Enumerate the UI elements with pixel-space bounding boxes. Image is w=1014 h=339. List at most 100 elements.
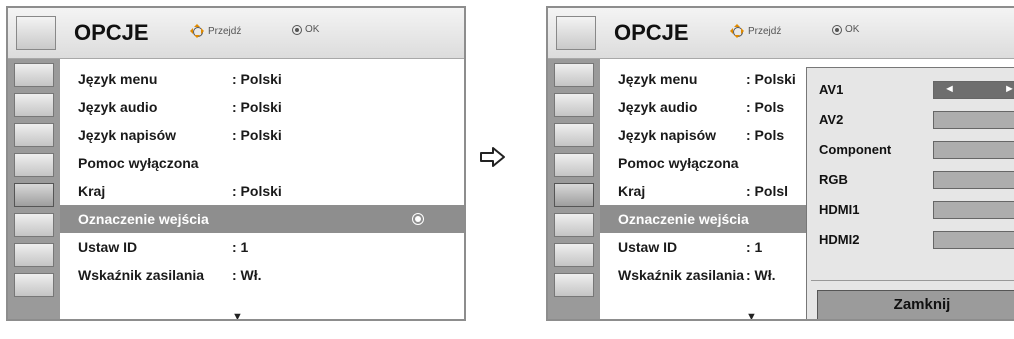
time-icon[interactable]	[554, 153, 594, 177]
option-icon[interactable]	[554, 183, 594, 207]
menu-item-value: : Polski	[232, 71, 282, 87]
ok-icon	[292, 24, 302, 35]
right-arrow-icon[interactable]: ►	[1004, 83, 1014, 95]
left-arrow-icon[interactable]: ◄	[944, 83, 955, 95]
input-icon[interactable]	[14, 243, 54, 267]
menu-item-input-label[interactable]: Oznaczenie wejścia	[60, 205, 464, 233]
picture-icon[interactable]	[14, 63, 54, 87]
menu-item-value: : Pols	[746, 99, 785, 115]
menu-item-label: Język menu	[78, 71, 158, 87]
menu-item-value: : Polski	[232, 183, 282, 199]
menu-item-value: : 1	[746, 239, 763, 255]
menu-item-label: Ustaw ID	[618, 239, 678, 255]
dpad-icon	[730, 24, 744, 38]
menu-item-label: Kraj	[618, 183, 646, 199]
menu-item-label: Język audio	[78, 99, 158, 115]
media-icon[interactable]	[554, 273, 594, 297]
screen-icon[interactable]	[14, 93, 54, 117]
input-name: AV2	[819, 112, 844, 127]
input-name: HDMI1	[819, 202, 860, 217]
dpad-icon	[190, 24, 204, 38]
menu-item-value: : 1	[232, 239, 249, 255]
ok-hint-label: OK	[845, 24, 860, 35]
menu-item-label: Pomoc wyłączona	[78, 155, 199, 171]
lock-icon[interactable]	[14, 213, 54, 237]
ok-hint: OK	[292, 24, 319, 35]
input-row-hdmi2[interactable]: HDMI2	[807, 226, 1014, 254]
label-selector[interactable]	[933, 171, 1014, 189]
label-selector-active[interactable]: ◄ ►	[933, 81, 1014, 99]
options-header-icon	[556, 16, 596, 50]
menu-item-power-indicator[interactable]: Wskaźnik zasilania : Wł.	[60, 261, 464, 289]
selected-radio-icon	[412, 213, 424, 225]
input-icon[interactable]	[554, 243, 594, 267]
input-label-popup: AV1 ◄ ► AV2 Component RGB HDMI1 HDMI2 Za…	[806, 67, 1014, 319]
menu-item-label: Język napisów	[78, 127, 177, 143]
options-menu-panel: OPCJE Przejdź OK Język menu : Polski Jęz…	[6, 6, 466, 321]
screen-icon[interactable]	[554, 93, 594, 117]
menu-item-help-off[interactable]: Pomoc wyłączona	[60, 149, 464, 177]
menu-item-set-id[interactable]: Ustaw ID : 1	[60, 233, 464, 261]
page-title: OPCJE	[614, 20, 689, 45]
input-row-component[interactable]: Component	[807, 136, 1014, 164]
nav-hint: Przejdź	[190, 24, 241, 38]
menu-item-value: : Polski	[746, 71, 796, 87]
menu-item-audio-language[interactable]: Język audio : Polski	[60, 93, 464, 121]
label-selector[interactable]	[933, 111, 1014, 129]
category-sidebar	[8, 59, 60, 319]
nav-hint-label: Przejdź	[208, 25, 242, 37]
menu-item-value: : Polski	[232, 127, 282, 143]
options-list: Język menu : Polski Język audio : Polski…	[60, 59, 464, 319]
menu-item-value: : Polski	[232, 99, 282, 115]
input-name: RGB	[819, 172, 848, 187]
menu-item-label: Język napisów	[618, 127, 717, 143]
popup-divider	[811, 280, 1014, 281]
menu-item-label: Oznaczenie wejścia	[78, 211, 209, 227]
menu-item-value: : Wł.	[746, 267, 776, 283]
media-icon[interactable]	[14, 273, 54, 297]
menu-item-label: Pomoc wyłączona	[618, 155, 739, 171]
menu-item-label: Język menu	[618, 71, 698, 87]
input-row-av1[interactable]: AV1 ◄ ►	[807, 76, 1014, 104]
menu-item-label: Kraj	[78, 183, 106, 199]
ok-hint: OK	[832, 24, 859, 35]
label-selector[interactable]	[933, 201, 1014, 219]
menu-header: OPCJE Przejdź OK	[548, 8, 1014, 59]
page-title: OPCJE	[74, 20, 149, 45]
time-icon[interactable]	[14, 153, 54, 177]
menu-item-label: Oznaczenie wejścia	[618, 211, 749, 227]
input-row-av2[interactable]: AV2	[807, 106, 1014, 134]
menu-item-subtitle-language[interactable]: Język napisów : Polski	[60, 121, 464, 149]
label-selector[interactable]	[933, 231, 1014, 249]
audio-icon[interactable]	[554, 123, 594, 147]
nav-hint: Przejdź	[730, 24, 781, 38]
menu-item-value: : Pols	[746, 127, 785, 143]
menu-item-country[interactable]: Kraj : Polski	[60, 177, 464, 205]
audio-icon[interactable]	[14, 123, 54, 147]
menu-item-value: : Polsl	[746, 183, 789, 199]
input-name: HDMI2	[819, 232, 860, 247]
ok-hint-label: OK	[305, 24, 320, 35]
next-step-arrow-icon	[480, 147, 505, 167]
input-name: Component	[819, 142, 892, 157]
picture-icon[interactable]	[554, 63, 594, 87]
menu-item-menu-language[interactable]: Język menu : Polski	[60, 65, 464, 93]
menu-item-label: Wskaźnik zasilania	[618, 267, 745, 283]
menu-header: OPCJE Przejdź OK	[8, 8, 464, 59]
ok-icon	[832, 24, 842, 35]
menu-item-value: : Wł.	[232, 267, 262, 283]
option-icon[interactable]	[14, 183, 54, 207]
category-sidebar	[548, 59, 600, 319]
menu-item-label: Język audio	[618, 99, 698, 115]
input-row-rgb[interactable]: RGB	[807, 166, 1014, 194]
menu-item-label: Wskaźnik zasilania	[78, 267, 205, 283]
input-name: AV1	[819, 82, 844, 97]
label-selector[interactable]	[933, 141, 1014, 159]
lock-icon[interactable]	[554, 213, 594, 237]
close-button[interactable]: Zamknij	[817, 290, 1014, 319]
scroll-down-icon[interactable]: ▼	[232, 311, 243, 319]
nav-hint-label: Przejdź	[748, 25, 782, 37]
options-header-icon	[16, 16, 56, 50]
input-row-hdmi1[interactable]: HDMI1	[807, 196, 1014, 224]
scroll-down-icon[interactable]: ▼	[746, 311, 757, 319]
